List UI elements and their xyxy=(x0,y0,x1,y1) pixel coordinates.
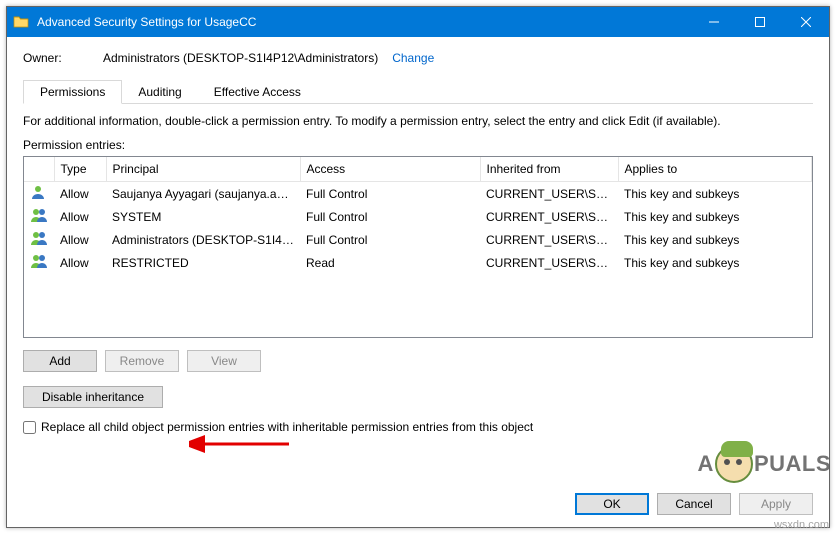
window-title: Advanced Security Settings for UsageCC xyxy=(35,15,691,29)
col-icon[interactable] xyxy=(24,157,54,182)
table-row[interactable]: AllowRESTRICTEDReadCURRENT_USER\SOFTWA…T… xyxy=(24,251,812,274)
cell-type: Allow xyxy=(54,251,106,274)
col-principal[interactable]: Principal xyxy=(106,157,300,182)
cell-inherited: CURRENT_USER\SOFTWA… xyxy=(480,251,618,274)
col-type[interactable]: Type xyxy=(54,157,106,182)
window: Advanced Security Settings for UsageCC xyxy=(6,6,830,528)
change-owner-link[interactable]: Change xyxy=(392,51,434,65)
principal-icon xyxy=(24,228,54,251)
cell-principal: SYSTEM xyxy=(106,205,300,228)
info-text: For additional information, double-click… xyxy=(23,114,813,128)
cell-inherited: CURRENT_USER\SOFTWA… xyxy=(480,182,618,206)
replace-child-label: Replace all child object permission entr… xyxy=(41,420,533,434)
cell-applies: This key and subkeys xyxy=(618,228,812,251)
cell-principal: Administrators (DESKTOP-S1I4P1… xyxy=(106,228,300,251)
cell-applies: This key and subkeys xyxy=(618,251,812,274)
cell-type: Allow xyxy=(54,228,106,251)
table-row[interactable]: AllowAdministrators (DESKTOP-S1I4P1…Full… xyxy=(24,228,812,251)
button-label: View xyxy=(211,354,237,368)
ok-button[interactable]: OK xyxy=(575,493,649,515)
tab-strip: Permissions Auditing Effective Access xyxy=(23,79,813,103)
button-label: Disable inheritance xyxy=(42,390,144,404)
folder-icon xyxy=(7,14,35,30)
tab-permissions[interactable]: Permissions xyxy=(23,80,122,104)
titlebar: Advanced Security Settings for UsageCC xyxy=(7,7,829,37)
remove-button: Remove xyxy=(105,350,179,372)
permission-entries-label: Permission entries: xyxy=(23,138,813,152)
button-label: Cancel xyxy=(675,497,712,511)
view-button: View xyxy=(187,350,261,372)
tab-auditing[interactable]: Auditing xyxy=(122,81,197,103)
cell-principal: RESTRICTED xyxy=(106,251,300,274)
principal-icon xyxy=(24,205,54,228)
cell-applies: This key and subkeys xyxy=(618,182,812,206)
owner-label: Owner: xyxy=(23,51,103,65)
cell-type: Allow xyxy=(54,182,106,206)
cell-access: Full Control xyxy=(300,205,480,228)
replace-child-row: Replace all child object permission entr… xyxy=(23,420,813,434)
tab-label: Auditing xyxy=(138,85,181,99)
maximize-button[interactable] xyxy=(737,7,783,37)
owner-value: Administrators (DESKTOP-S1I4P12\Administ… xyxy=(103,51,378,65)
add-button[interactable]: Add xyxy=(23,350,97,372)
principal-icon xyxy=(24,251,54,274)
principal-icon xyxy=(24,182,54,206)
tab-label: Permissions xyxy=(40,85,105,99)
table-row[interactable]: AllowSYSTEMFull ControlCURRENT_USER\SOFT… xyxy=(24,205,812,228)
cell-applies: This key and subkeys xyxy=(618,205,812,228)
replace-child-checkbox[interactable] xyxy=(23,421,36,434)
tab-effective-access[interactable]: Effective Access xyxy=(198,81,317,103)
cell-inherited: CURRENT_USER\SOFTWA… xyxy=(480,205,618,228)
cell-access: Full Control xyxy=(300,182,480,206)
permission-table[interactable]: Type Principal Access Inherited from App… xyxy=(23,156,813,338)
button-label: Remove xyxy=(120,354,165,368)
col-applies[interactable]: Applies to xyxy=(618,157,812,182)
cancel-button[interactable]: Cancel xyxy=(657,493,731,515)
owner-row: Owner: Administrators (DESKTOP-S1I4P12\A… xyxy=(23,51,813,65)
disable-inheritance-button[interactable]: Disable inheritance xyxy=(23,386,163,408)
cell-inherited: CURRENT_USER\SOFTWA… xyxy=(480,228,618,251)
minimize-button[interactable] xyxy=(691,7,737,37)
col-access[interactable]: Access xyxy=(300,157,480,182)
table-header-row: Type Principal Access Inherited from App… xyxy=(24,157,812,182)
close-button[interactable] xyxy=(783,7,829,37)
cell-access: Full Control xyxy=(300,228,480,251)
cell-principal: Saujanya Ayyagari (saujanya.ayy… xyxy=(106,182,300,206)
cell-type: Allow xyxy=(54,205,106,228)
col-inherited[interactable]: Inherited from xyxy=(480,157,618,182)
button-label: OK xyxy=(603,497,620,511)
cell-access: Read xyxy=(300,251,480,274)
button-label: Apply xyxy=(761,497,791,511)
table-row[interactable]: AllowSaujanya Ayyagari (saujanya.ayy…Ful… xyxy=(24,182,812,206)
apply-button: Apply xyxy=(739,493,813,515)
button-label: Add xyxy=(49,354,70,368)
tab-label: Effective Access xyxy=(214,85,301,99)
